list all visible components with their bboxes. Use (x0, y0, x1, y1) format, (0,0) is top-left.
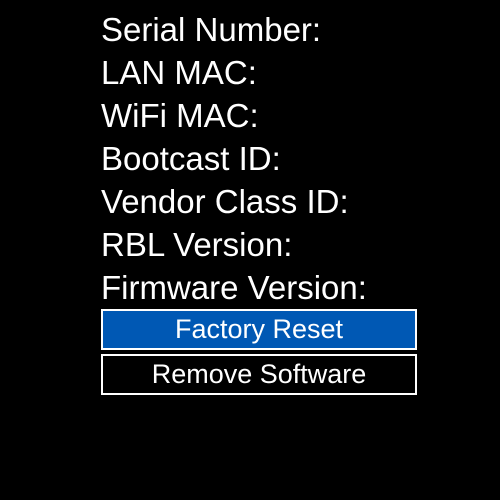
factory-reset-button[interactable]: Factory Reset (101, 309, 417, 350)
vendor-class-id-label: Vendor Class ID: (101, 183, 349, 220)
serial-number-label: Serial Number: (101, 11, 322, 48)
remove-software-button[interactable]: Remove Software (101, 354, 417, 395)
rbl-version-label: RBL Version: (101, 226, 293, 263)
lan-mac-label: LAN MAC: (101, 54, 257, 91)
bootcast-id-label: Bootcast ID: (101, 140, 281, 177)
wifi-mac-label: WiFi MAC: (101, 97, 259, 134)
firmware-version-label: Firmware Version: (101, 269, 367, 306)
device-info-list: Serial Number: LAN MAC: WiFi MAC: Bootca… (101, 8, 367, 309)
